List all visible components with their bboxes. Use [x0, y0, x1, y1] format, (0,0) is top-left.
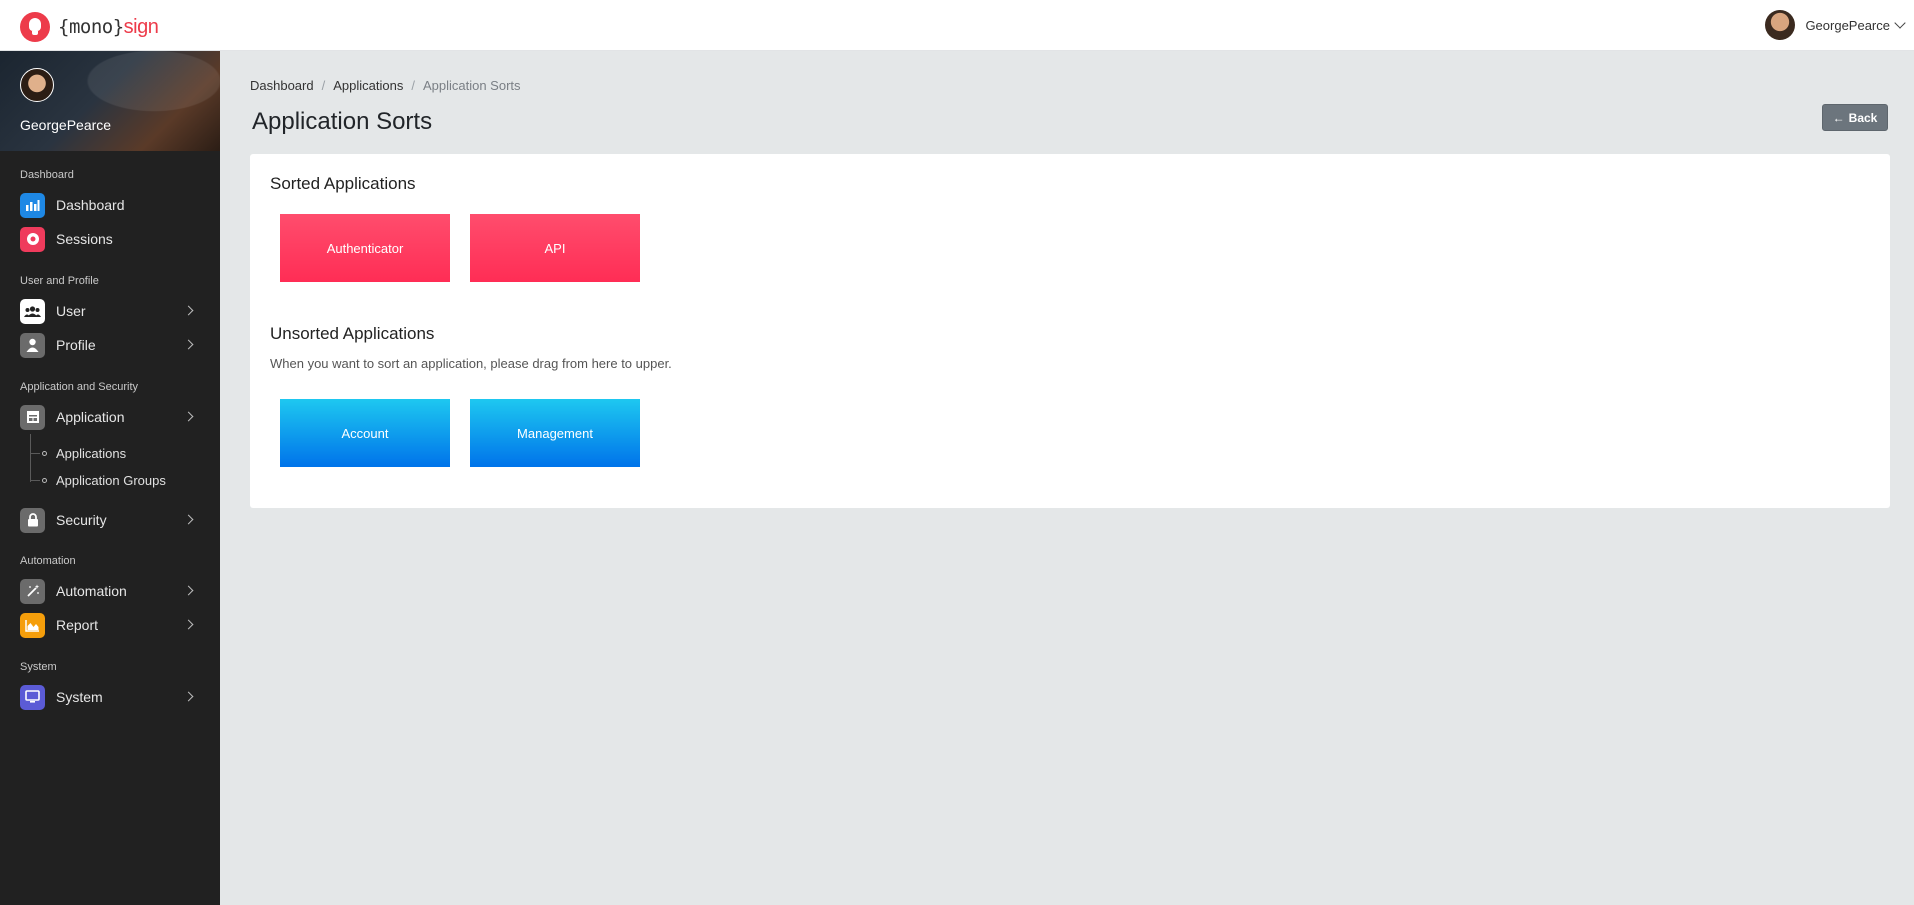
- nav-section-app-security: Application and Security: [20, 381, 139, 393]
- sidebar-subitem-label: Application Groups: [56, 472, 166, 488]
- record-icon: [20, 226, 45, 252]
- bullet-icon: [42, 477, 47, 483]
- top-header: {mono}sign GeorgePearce: [0, 0, 1914, 51]
- breadcrumb-applications[interactable]: Applications: [333, 78, 403, 93]
- chevron-right-icon: [183, 339, 194, 350]
- sidebar-subitem-applications[interactable]: Applications: [30, 443, 126, 463]
- sorted-applications-title: Sorted Applications: [270, 174, 416, 193]
- back-button[interactable]: ← Back: [1822, 104, 1888, 131]
- sidebar-item-profile[interactable]: Profile: [20, 332, 196, 358]
- brand-name-accent: sign: [123, 15, 159, 38]
- person-icon: [20, 332, 45, 358]
- sidebar-subitem-label: Applications: [56, 445, 127, 461]
- arrow-left-icon: ←: [1832, 110, 1845, 125]
- sidebar-profile-name: GeorgePearce: [20, 117, 112, 133]
- sidebar-avatar[interactable]: [20, 68, 54, 102]
- chevron-right-icon: [183, 514, 194, 525]
- chart-bar-icon: [20, 192, 45, 218]
- chevron-right-icon: [183, 691, 194, 702]
- sidebar-item-label: Dashboard: [56, 197, 125, 213]
- sidebar-subitem-application-groups[interactable]: Application Groups: [30, 470, 166, 490]
- brand-name-prefix: {mono}: [58, 15, 124, 38]
- area-chart-icon: [20, 612, 45, 638]
- sidebar-item-label: Report: [56, 617, 99, 633]
- chevron-right-icon: [183, 411, 194, 422]
- sidebar-item-user[interactable]: User: [20, 298, 196, 324]
- user-menu-name: GeorgePearce: [1805, 17, 1890, 33]
- chevron-right-icon: [183, 585, 194, 596]
- sidebar-profile-card: GeorgePearce: [0, 51, 220, 151]
- sidebar-item-dashboard[interactable]: Dashboard: [20, 192, 196, 218]
- sorted-app-tile[interactable]: Authenticator: [280, 214, 450, 282]
- app-sorts-card: Sorted Applications Authenticator API Un…: [250, 154, 1890, 508]
- sidebar-item-sessions[interactable]: Sessions: [20, 226, 196, 252]
- users-icon: [20, 298, 45, 324]
- chevron-down-icon: [1894, 17, 1906, 29]
- breadcrumb-dashboard[interactable]: Dashboard: [250, 78, 314, 93]
- monitor-icon: [20, 684, 45, 710]
- avatar: [1765, 10, 1796, 40]
- sidebar-item-application[interactable]: Application: [20, 404, 196, 430]
- lock-icon: [20, 507, 45, 533]
- sidebar: GeorgePearce Dashboard Dashboard Session…: [0, 51, 220, 905]
- magic-wand-icon: [20, 578, 45, 604]
- unsorted-app-tile[interactable]: Management: [470, 399, 640, 467]
- sidebar-item-security[interactable]: Security: [20, 507, 196, 533]
- sidebar-item-label: Sessions: [56, 231, 113, 247]
- user-menu[interactable]: GeorgePearce: [1765, 10, 1906, 40]
- lightbulb-icon: [20, 12, 50, 42]
- sidebar-item-label: System: [56, 689, 103, 705]
- sidebar-item-report[interactable]: Report: [20, 612, 196, 638]
- chevron-right-icon: [183, 619, 194, 630]
- nav-section-dashboard: Dashboard: [20, 169, 74, 181]
- breadcrumb-separator: /: [411, 78, 415, 93]
- nav-section-automation: Automation: [20, 555, 76, 567]
- sidebar-item-system[interactable]: System: [20, 684, 196, 710]
- sidebar-item-automation[interactable]: Automation: [20, 578, 196, 604]
- brand-logo[interactable]: {mono}sign: [20, 12, 159, 42]
- bullet-icon: [42, 450, 47, 456]
- page-title: Application Sorts: [252, 108, 433, 135]
- unsorted-applications-title: Unsorted Applications: [270, 324, 435, 343]
- sidebar-item-label: Profile: [56, 337, 96, 353]
- breadcrumb: Dashboard / Applications / Application S…: [250, 78, 521, 93]
- breadcrumb-separator: /: [321, 78, 326, 93]
- brand-name: {mono}sign: [58, 15, 159, 39]
- breadcrumb-current: Application Sorts: [422, 78, 521, 93]
- app-window-icon: [20, 404, 45, 430]
- unsorted-app-tile[interactable]: Account: [280, 399, 450, 467]
- nav-section-user-profile: User and Profile: [20, 275, 99, 287]
- sorted-app-tile[interactable]: API: [470, 214, 640, 282]
- back-button-label: Back: [1848, 110, 1878, 125]
- unsorted-hint-text: When you want to sort an application, pl…: [270, 356, 672, 371]
- sidebar-item-label: User: [56, 303, 86, 319]
- nav-section-system: System: [20, 661, 57, 673]
- sidebar-item-label: Security: [56, 512, 107, 528]
- chevron-right-icon: [183, 305, 194, 316]
- sidebar-item-label: Application: [56, 409, 125, 425]
- sidebar-item-label: Automation: [56, 583, 127, 599]
